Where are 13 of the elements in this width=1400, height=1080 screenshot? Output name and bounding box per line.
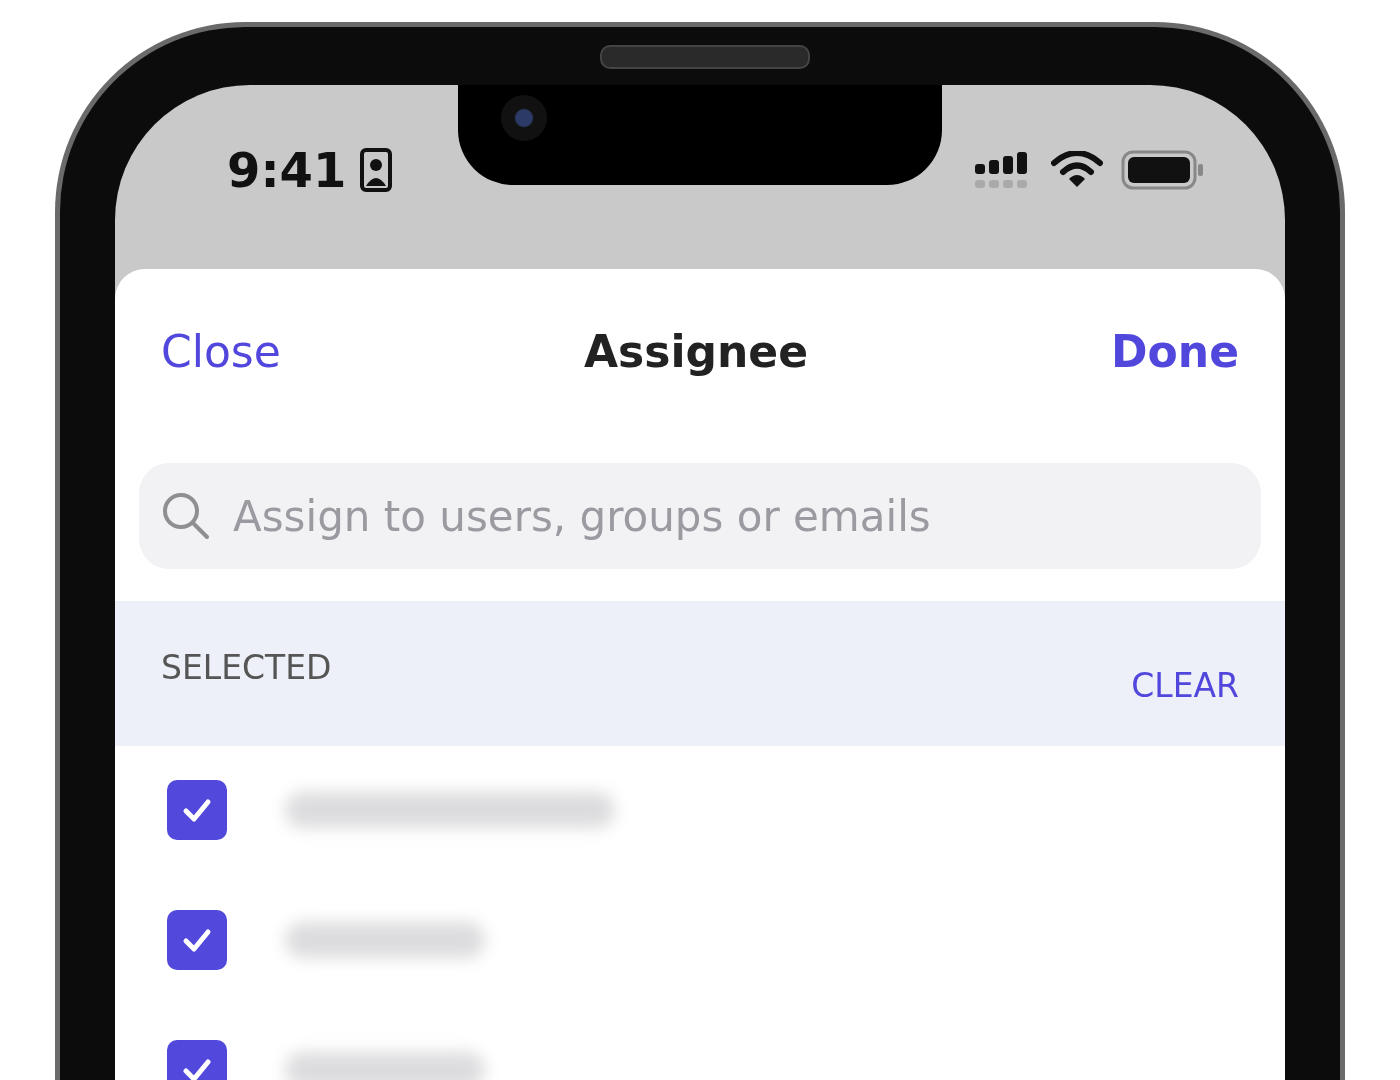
battery-icon <box>1121 150 1205 190</box>
done-button[interactable]: Done <box>1111 325 1239 377</box>
camera-icon <box>501 95 547 141</box>
wifi-icon <box>1051 151 1103 189</box>
id-card-icon <box>360 148 393 192</box>
checkbox[interactable] <box>167 780 227 840</box>
checkbox[interactable] <box>167 910 227 970</box>
status-time: 9:41 <box>227 142 347 198</box>
section-title: SELECTED <box>161 648 332 687</box>
search-field[interactable]: Assign to users, groups or emails <box>139 463 1261 569</box>
sheet-title: Assignee <box>583 325 808 377</box>
clear-button[interactable]: CLEAR <box>1131 666 1239 705</box>
close-button[interactable]: Close <box>161 325 281 377</box>
